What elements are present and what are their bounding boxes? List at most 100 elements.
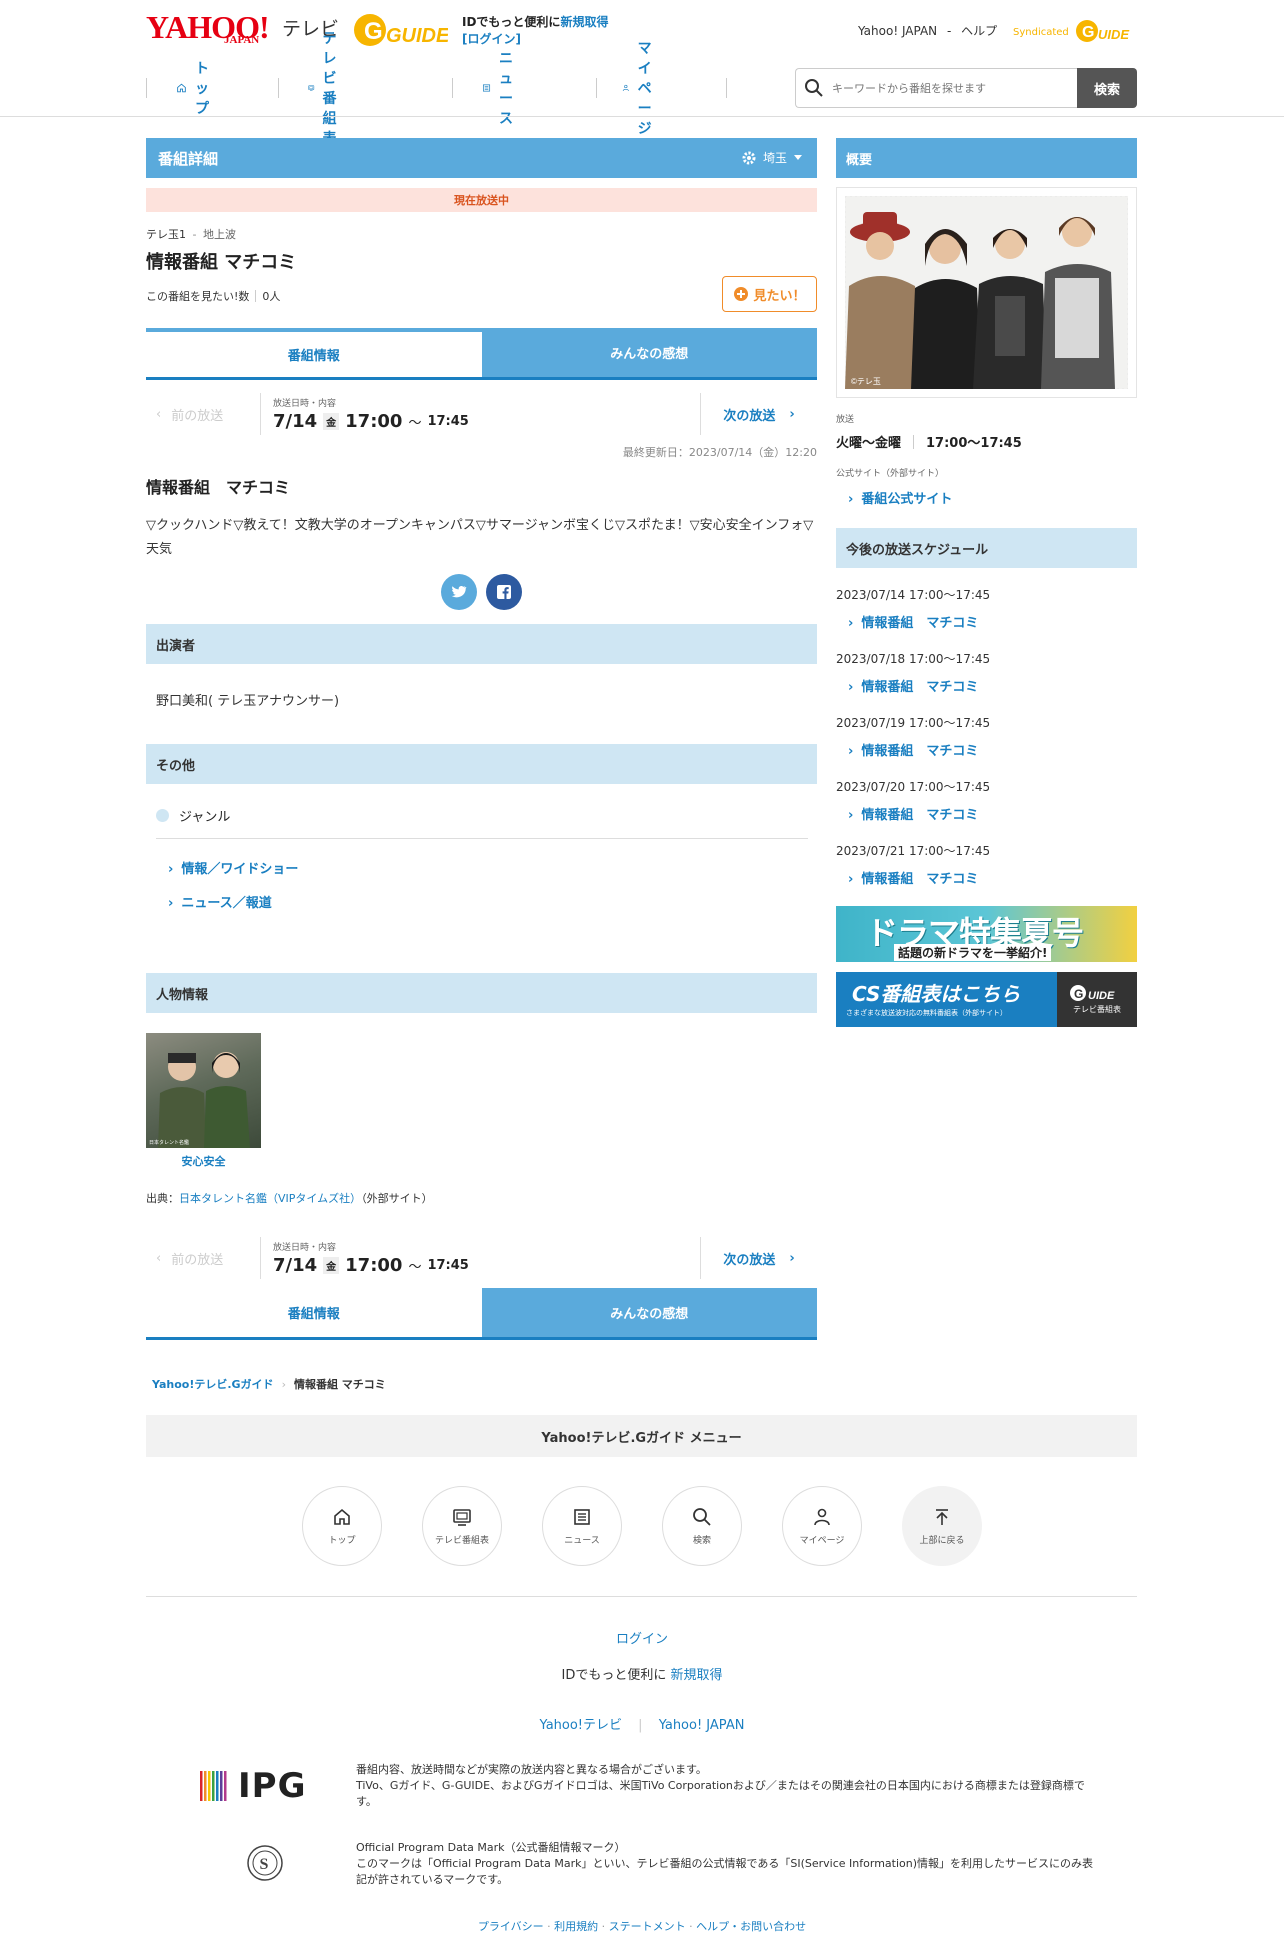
yahoo-japan-link[interactable]: Yahoo! JAPAN <box>858 24 937 38</box>
prev-label: 前の放送 <box>171 1252 224 1268</box>
footer-yahoo-tv-link[interactable]: Yahoo!テレビ <box>540 1718 622 1733</box>
next-broadcast-bottom[interactable]: 次の放送 › <box>701 1249 817 1268</box>
genre-link-info-wideshow[interactable]: › 情報／ワイドショー <box>168 858 298 877</box>
tab-reviews[interactable]: みんなの感想 <box>481 328 817 377</box>
tv-icon <box>453 1508 471 1526</box>
genre-link-news[interactable]: › ニュース／報道 <box>168 892 272 911</box>
gear-icon <box>742 151 756 164</box>
channel-type: 地上波 <box>202 228 236 241</box>
footer-menu-top[interactable]: トップ <box>302 1486 382 1566</box>
separator: · <box>601 1920 606 1933</box>
search-button[interactable]: 検索 <box>1077 68 1137 108</box>
next-label: 次の放送 <box>723 408 776 424</box>
footer-menu-label: ニュース <box>564 1535 600 1546</box>
broadcast-datetime-bottom: 放送日時・内容 7/14 金 17:00 〜 17:45 <box>261 1240 700 1276</box>
statement-link[interactable]: ステートメント <box>609 1920 686 1933</box>
tab-program-info-bottom[interactable]: 番組情報 <box>146 1288 482 1337</box>
nav-top[interactable]: トップ <box>176 61 218 117</box>
schedule-link[interactable]: › 情報番組 マチコミ <box>848 804 978 823</box>
nav-tv-schedule[interactable]: テレビ番組表 <box>308 31 350 147</box>
cast-header: 出演者 <box>146 624 817 664</box>
separator: - <box>192 228 197 241</box>
footer-login-link[interactable]: ログイン <box>0 1628 1284 1647</box>
want-button[interactable]: 見たい！ <box>722 276 817 312</box>
breadcrumb-current: 情報番組 マチコミ <box>293 1378 386 1391</box>
person-name-link[interactable]: 安心安全 <box>146 1153 261 1169</box>
syndicated-gguide-logo[interactable]: Syndicated G UIDE <box>1013 18 1135 44</box>
broadcast-pager: ‹ 前の放送 放送日時・内容 7/14 金 17:00 〜 17:45 次の放送 › <box>146 386 817 442</box>
help-contact-link[interactable]: ヘルプ・お問い合わせ <box>696 1920 806 1933</box>
banner-sub-text: さまざまな放送波対応の無料番組表（外部サイト） <box>846 1009 1007 1017</box>
other-header: その他 <box>146 744 817 784</box>
schedule-link-label: 情報番組 マチコミ <box>861 744 979 759</box>
gguide-logo[interactable]: G GUIDE <box>352 12 450 48</box>
prev-broadcast-bottom[interactable]: ‹ 前の放送 <box>146 1249 260 1268</box>
nav-mypage[interactable]: マイページ <box>622 41 664 137</box>
svg-text:G: G <box>364 18 383 45</box>
search-input[interactable] <box>832 81 1062 95</box>
footer-menu-back-to-top[interactable]: 上部に戻る <box>902 1486 982 1566</box>
ipg-logo-text: IPG <box>238 1766 307 1806</box>
footer-menu-tv-schedule[interactable]: テレビ番組表 <box>422 1486 502 1566</box>
facebook-share-button[interactable] <box>486 574 522 610</box>
region-selector[interactable]: 埼玉 <box>741 149 803 166</box>
person-photo[interactable]: 日本タレント名鑑 <box>146 1033 261 1148</box>
footer-register-link[interactable]: 新規取得 <box>670 1668 722 1683</box>
genre-label: ジャンル <box>179 810 231 825</box>
separator: · <box>689 1920 693 1933</box>
channel-info: テレ玉1 - 地上波 <box>146 226 236 242</box>
source-link[interactable]: 日本タレント名鑑（VIPタイムズ社） <box>179 1192 361 1205</box>
next-broadcast[interactable]: 次の放送 › <box>701 405 817 424</box>
broadcast-start: 17:00 <box>345 411 403 432</box>
schedule-link[interactable]: › 情報番組 マチコミ <box>848 868 978 887</box>
schedule-date: 2023/07/20 17:00〜17:45 <box>836 780 991 794</box>
tab-program-info[interactable]: 番組情報 <box>146 328 482 377</box>
terms-link[interactable]: 利用規約 <box>554 1920 598 1933</box>
bullet-icon <box>156 809 169 822</box>
header-divider <box>0 116 1284 117</box>
schedule-link[interactable]: › 情報番組 マチコミ <box>848 740 978 759</box>
broadcast-end: 17:45 <box>427 414 469 429</box>
header-links: Yahoo! JAPAN - ヘルプ <box>858 22 997 39</box>
privacy-link[interactable]: プライバシー <box>478 1920 544 1933</box>
prev-broadcast[interactable]: ‹ 前の放送 <box>146 405 260 424</box>
source-ext: （外部サイト） <box>361 1192 433 1205</box>
nav-news[interactable]: ニュース <box>482 51 524 127</box>
footer-menu-title: Yahoo!テレビ.Gガイド メニュー <box>146 1415 1137 1457</box>
footer-menu-news[interactable]: ニュース <box>542 1486 622 1566</box>
nav-tv-schedule-label: テレビ番組表 <box>322 31 337 147</box>
register-link[interactable]: 新規取得 <box>560 15 608 29</box>
login-link[interactable]: [ログイン] <box>462 32 521 46</box>
schedule-link[interactable]: › 情報番組 マチコミ <box>848 676 978 695</box>
broadcast-datetime: 放送日時・内容 7/14 金 17:00 〜 17:45 <box>261 396 700 432</box>
official-mark-title: Official Program Data Mark（公式番組情報マーク） <box>356 1841 626 1854</box>
search-box <box>795 68 1078 108</box>
footer-site-links: Yahoo!テレビ | Yahoo! JAPAN <box>0 1714 1284 1733</box>
twitter-share-button[interactable] <box>441 574 477 610</box>
overview-header: 概要 <box>836 138 1137 178</box>
schedule-link[interactable]: › 情報番組 マチコミ <box>848 612 978 631</box>
next-label: 次の放送 <box>723 1252 776 1268</box>
drama-special-banner[interactable]: ドラマ特集夏号 話題の新ドラマを一挙紹介! <box>836 906 1137 962</box>
gguide-panel: G UIDE テレビ番組表 <box>1057 972 1137 1027</box>
broadcast-tilde: 〜 <box>408 1260 422 1275</box>
cs-schedule-banner[interactable]: CS番組表はこちら さまざまな放送波対応の無料番組表（外部サイト） G UIDE … <box>836 972 1137 1027</box>
help-link[interactable]: ヘルプ <box>961 24 997 38</box>
search-icon <box>693 1507 711 1526</box>
chevron-right-icon: › <box>168 896 174 911</box>
syndicated-text: Syndicated <box>1013 27 1069 38</box>
cast-name: 野口美和( テレ玉アナウンサー) <box>156 694 340 709</box>
tab-reviews-bottom[interactable]: みんなの感想 <box>481 1288 817 1337</box>
chevron-right-icon: › <box>848 492 854 507</box>
svg-text:G: G <box>1074 987 1083 1001</box>
detail-header-bar: 番組詳細 埼玉 <box>146 138 817 178</box>
footer-menu-mypage[interactable]: マイページ <box>782 1486 862 1566</box>
broadcast-time: 17:00〜17:45 <box>926 436 1022 451</box>
broadcast-date: 7/14 <box>273 411 318 432</box>
official-site-link[interactable]: › 番組公式サイト <box>848 488 952 507</box>
footer-yahoo-japan-link[interactable]: Yahoo! JAPAN <box>659 1718 745 1733</box>
footer-id-text: IDでもっと便利に <box>561 1668 667 1683</box>
footer-menu-search[interactable]: 検索 <box>662 1486 742 1566</box>
breadcrumb-home[interactable]: Yahoo!テレビ.Gガイド <box>152 1376 274 1392</box>
overview-photo[interactable]: ©テレ玉 <box>845 196 1128 389</box>
